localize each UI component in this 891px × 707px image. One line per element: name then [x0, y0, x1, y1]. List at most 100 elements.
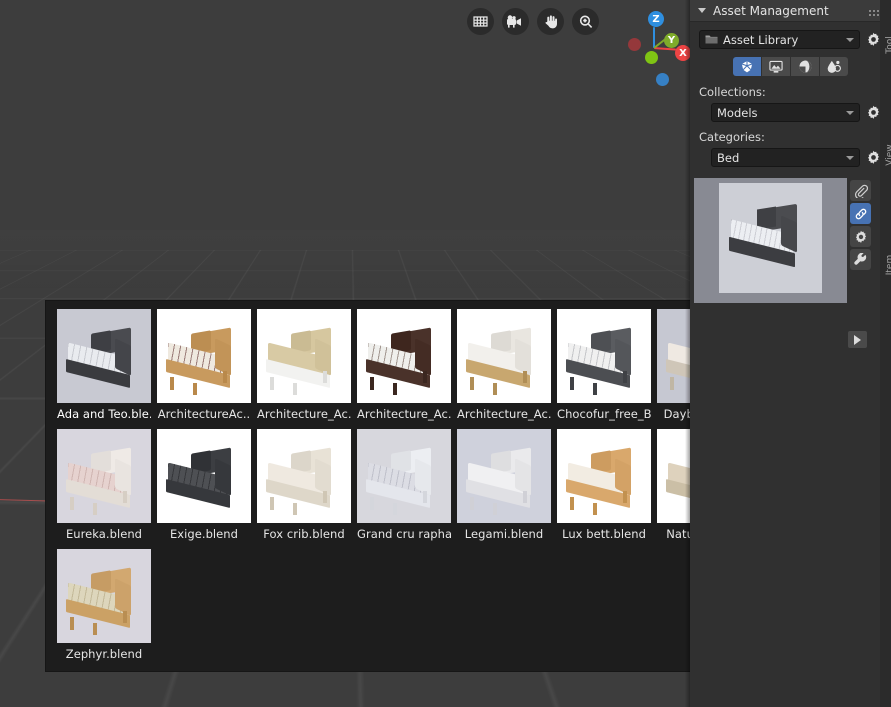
collections-value: Models: [717, 105, 758, 120]
camera-view-icon[interactable]: [502, 8, 529, 35]
asset-thumbnail: [57, 429, 151, 523]
play-icon[interactable]: [848, 331, 867, 348]
asset-type-toggle-group: [699, 57, 882, 76]
hdri-world-icon[interactable]: [820, 57, 848, 76]
asset-label: Fox crib.blend: [263, 527, 345, 541]
gizmo-z-ball[interactable]: Z: [648, 11, 664, 27]
image-material-icon[interactable]: [762, 57, 790, 76]
gear-icon: [867, 105, 879, 119]
panel-shadow: [685, 0, 690, 707]
asset-item[interactable]: Grand cru rapha..: [354, 429, 454, 549]
asset-thumbnail: [557, 309, 651, 403]
collections-dropdown[interactable]: Models: [711, 103, 860, 122]
vertical-tab-1[interactable]: View: [885, 115, 891, 195]
asset-library-value: Asset Library: [723, 32, 799, 47]
categories-row: Bed: [699, 148, 882, 167]
chevron-down-icon: [846, 37, 854, 42]
panel-header[interactable]: Asset Management: [690, 0, 891, 22]
asset-thumbnail: [57, 309, 151, 403]
play-triangle: [854, 334, 861, 345]
asset-thumbnail: [457, 309, 551, 403]
asset-thumbnail: [357, 309, 451, 403]
vertical-tab-strip: Tool View Item: [880, 0, 891, 707]
bed-illustration: [157, 429, 251, 523]
zoom-magnifier-icon[interactable]: [572, 8, 599, 35]
gear-icon[interactable]: [850, 226, 871, 247]
bed-illustration: [57, 429, 151, 523]
bed-illustration: [557, 429, 651, 523]
wrench-icon[interactable]: [850, 249, 871, 270]
categories-value: Bed: [717, 150, 740, 165]
gizmo-neg-y-ball[interactable]: [645, 51, 658, 64]
bed-illustration: [57, 309, 151, 403]
mesh-object-icon[interactable]: [733, 57, 761, 76]
bed-illustration: [557, 309, 651, 403]
pan-hand-icon[interactable]: [537, 8, 564, 35]
viewport-tool-buttons: [467, 8, 599, 35]
grid-toggle-icon[interactable]: [467, 8, 494, 35]
asset-item[interactable]: Architecture_Ac..: [354, 309, 454, 429]
categories-dropdown[interactable]: Bed: [711, 148, 860, 167]
gear-icon: [867, 32, 879, 46]
asset-thumbnail: [157, 429, 251, 523]
triangle-down-icon[interactable]: [698, 8, 706, 13]
asset-thumbnail: [457, 429, 551, 523]
asset-library-dropdown[interactable]: Asset Library: [699, 30, 860, 49]
collections-label: Collections:: [699, 85, 766, 99]
categories-label: Categories:: [699, 130, 765, 144]
gizmo-neg-z-ball[interactable]: [656, 73, 669, 86]
folder-icon: [705, 35, 718, 44]
asset-label: Lux bett.blend: [562, 527, 646, 541]
asset-thumbnail: [357, 429, 451, 523]
vertical-tab-0[interactable]: Tool: [885, 5, 891, 85]
page-title: Asset Management: [713, 3, 829, 18]
panel-body: Asset Library Collections: Models Catego…: [690, 22, 891, 167]
asset-thumbnail: [257, 309, 351, 403]
bed-illustration: [357, 429, 451, 523]
asset-item[interactable]: Zephyr.blend: [54, 549, 154, 669]
asset-item[interactable]: Lux bett.blend: [554, 429, 654, 549]
vertical-tab-2[interactable]: Item: [885, 225, 891, 305]
asset-label: Exige.blend: [169, 527, 238, 541]
asset-item[interactable]: ArchitectureAc..: [154, 309, 254, 429]
bed-illustration: [257, 309, 351, 403]
viewport-grid: [0, 0, 691, 250]
asset-thumbnail: [557, 429, 651, 523]
asset-item[interactable]: Architecture_Ac..: [254, 309, 354, 429]
asset-label: Architecture_Ac..: [357, 407, 451, 421]
asset-item[interactable]: Architecture_Ac..: [454, 309, 554, 429]
material-sphere-icon[interactable]: [791, 57, 819, 76]
bed-illustration: [357, 309, 451, 403]
bed-illustration: [457, 429, 551, 523]
chevron-down-icon: [846, 155, 854, 160]
asset-side-tools: [850, 180, 871, 270]
asset-thumbnail: [57, 549, 151, 643]
viewport-horizon: [0, 230, 691, 300]
asset-preview-image[interactable]: [694, 178, 847, 303]
asset-label: Eureka.blend: [65, 527, 143, 541]
asset-label: Grand cru rapha..: [357, 527, 451, 541]
gizmo-neg-x-ball[interactable]: [628, 38, 641, 51]
gear-icon: [867, 150, 879, 164]
asset-label: Zephyr.blend: [65, 647, 143, 661]
preview-render: [719, 183, 822, 293]
asset-item[interactable]: Eureka.blend: [54, 429, 154, 549]
link-icon[interactable]: [850, 203, 871, 224]
asset-label: ArchitectureAc..: [157, 407, 251, 421]
asset-item[interactable]: Ada and Teo.ble..: [54, 309, 154, 429]
asset-item[interactable]: Chocofur_free_B..: [554, 309, 654, 429]
asset-label: Legami.blend: [464, 527, 544, 541]
collections-row: Models: [699, 103, 882, 122]
gizmo-y-ball[interactable]: Y: [664, 33, 679, 48]
asset-item[interactable]: Exige.blend: [154, 429, 254, 549]
asset-label: Ada and Teo.ble..: [57, 407, 151, 421]
asset-item[interactable]: Legami.blend: [454, 429, 554, 549]
asset-item[interactable]: Fox crib.blend: [254, 429, 354, 549]
asset-label: Architecture_Ac..: [457, 407, 551, 421]
asset-thumbnail: [157, 309, 251, 403]
bed-illustration: [57, 549, 151, 643]
paperclip-append-icon[interactable]: [850, 180, 871, 201]
chevron-down-icon: [846, 110, 854, 115]
asset-library-row: Asset Library: [699, 30, 882, 49]
navigation-gizmo[interactable]: Z Y X: [604, 4, 691, 86]
